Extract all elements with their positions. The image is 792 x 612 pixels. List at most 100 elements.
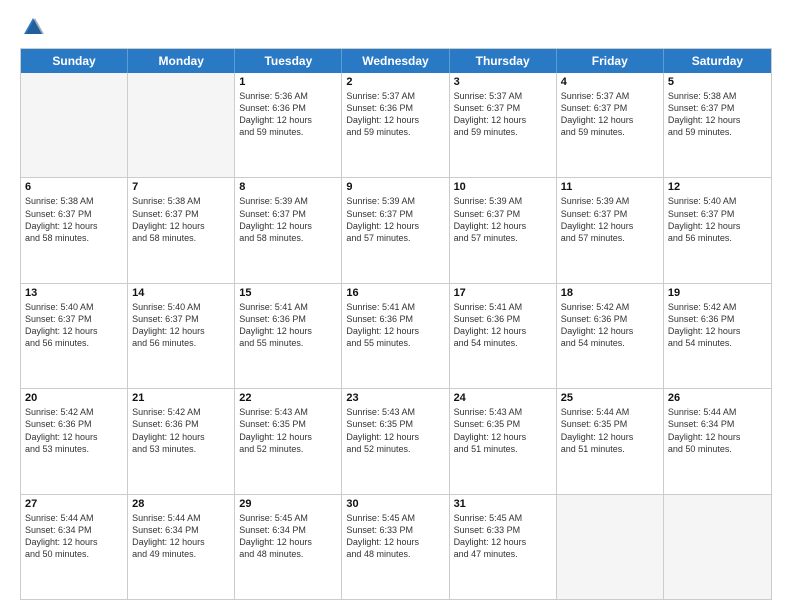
cal-cell-day-4: 4Sunrise: 5:37 AMSunset: 6:37 PMDaylight… bbox=[557, 73, 664, 177]
logo-text bbox=[20, 16, 44, 38]
cal-header-tuesday: Tuesday bbox=[235, 49, 342, 73]
cell-line-1: Sunset: 6:36 PM bbox=[346, 313, 444, 325]
logo-icon bbox=[22, 16, 44, 38]
cell-line-0: Sunrise: 5:44 AM bbox=[668, 406, 767, 418]
day-number: 25 bbox=[561, 392, 659, 404]
calendar-body: 1Sunrise: 5:36 AMSunset: 6:36 PMDaylight… bbox=[21, 73, 771, 599]
cal-cell-day-28: 28Sunrise: 5:44 AMSunset: 6:34 PMDayligh… bbox=[128, 495, 235, 599]
cell-line-1: Sunset: 6:37 PM bbox=[132, 208, 230, 220]
cell-line-1: Sunset: 6:37 PM bbox=[132, 313, 230, 325]
cell-line-1: Sunset: 6:37 PM bbox=[668, 208, 767, 220]
day-number: 29 bbox=[239, 498, 337, 510]
cell-line-0: Sunrise: 5:41 AM bbox=[454, 301, 552, 313]
cell-line-2: Daylight: 12 hours bbox=[25, 220, 123, 232]
cell-line-0: Sunrise: 5:42 AM bbox=[132, 406, 230, 418]
cell-line-1: Sunset: 6:34 PM bbox=[668, 418, 767, 430]
cell-line-0: Sunrise: 5:41 AM bbox=[239, 301, 337, 313]
cal-row-1: 6Sunrise: 5:38 AMSunset: 6:37 PMDaylight… bbox=[21, 178, 771, 283]
cell-line-2: Daylight: 12 hours bbox=[668, 431, 767, 443]
cal-cell-day-2: 2Sunrise: 5:37 AMSunset: 6:36 PMDaylight… bbox=[342, 73, 449, 177]
cell-line-2: Daylight: 12 hours bbox=[346, 220, 444, 232]
cell-line-3: and 54 minutes. bbox=[454, 337, 552, 349]
day-number: 10 bbox=[454, 181, 552, 193]
cal-cell-day-7: 7Sunrise: 5:38 AMSunset: 6:37 PMDaylight… bbox=[128, 178, 235, 282]
cell-line-0: Sunrise: 5:42 AM bbox=[561, 301, 659, 313]
cell-line-2: Daylight: 12 hours bbox=[561, 325, 659, 337]
cell-line-3: and 48 minutes. bbox=[239, 548, 337, 560]
cal-cell-day-25: 25Sunrise: 5:44 AMSunset: 6:35 PMDayligh… bbox=[557, 389, 664, 493]
cell-line-1: Sunset: 6:33 PM bbox=[454, 524, 552, 536]
cell-line-3: and 56 minutes. bbox=[25, 337, 123, 349]
cell-line-3: and 57 minutes. bbox=[454, 232, 552, 244]
cell-line-1: Sunset: 6:35 PM bbox=[561, 418, 659, 430]
cell-line-2: Daylight: 12 hours bbox=[668, 325, 767, 337]
cell-line-2: Daylight: 12 hours bbox=[25, 536, 123, 548]
cell-line-1: Sunset: 6:37 PM bbox=[25, 313, 123, 325]
cell-line-2: Daylight: 12 hours bbox=[561, 220, 659, 232]
day-number: 14 bbox=[132, 287, 230, 299]
cell-line-1: Sunset: 6:36 PM bbox=[561, 313, 659, 325]
cell-line-0: Sunrise: 5:44 AM bbox=[132, 512, 230, 524]
cell-line-0: Sunrise: 5:40 AM bbox=[132, 301, 230, 313]
cell-line-3: and 55 minutes. bbox=[346, 337, 444, 349]
cell-line-2: Daylight: 12 hours bbox=[132, 536, 230, 548]
cal-row-4: 27Sunrise: 5:44 AMSunset: 6:34 PMDayligh… bbox=[21, 495, 771, 599]
cell-line-3: and 56 minutes. bbox=[668, 232, 767, 244]
cell-line-1: Sunset: 6:37 PM bbox=[346, 208, 444, 220]
cell-line-2: Daylight: 12 hours bbox=[239, 431, 337, 443]
cal-cell-day-30: 30Sunrise: 5:45 AMSunset: 6:33 PMDayligh… bbox=[342, 495, 449, 599]
cell-line-0: Sunrise: 5:37 AM bbox=[454, 90, 552, 102]
day-number: 15 bbox=[239, 287, 337, 299]
day-number: 4 bbox=[561, 76, 659, 88]
cell-line-3: and 49 minutes. bbox=[132, 548, 230, 560]
cell-line-0: Sunrise: 5:44 AM bbox=[25, 512, 123, 524]
cal-row-0: 1Sunrise: 5:36 AMSunset: 6:36 PMDaylight… bbox=[21, 73, 771, 178]
cell-line-2: Daylight: 12 hours bbox=[454, 325, 552, 337]
cal-cell-day-23: 23Sunrise: 5:43 AMSunset: 6:35 PMDayligh… bbox=[342, 389, 449, 493]
cell-line-3: and 57 minutes. bbox=[346, 232, 444, 244]
cal-cell-day-11: 11Sunrise: 5:39 AMSunset: 6:37 PMDayligh… bbox=[557, 178, 664, 282]
cell-line-2: Daylight: 12 hours bbox=[239, 220, 337, 232]
cell-line-2: Daylight: 12 hours bbox=[454, 431, 552, 443]
cell-line-3: and 50 minutes. bbox=[668, 443, 767, 455]
cell-line-3: and 57 minutes. bbox=[561, 232, 659, 244]
day-number: 3 bbox=[454, 76, 552, 88]
day-number: 24 bbox=[454, 392, 552, 404]
cal-cell-day-10: 10Sunrise: 5:39 AMSunset: 6:37 PMDayligh… bbox=[450, 178, 557, 282]
cell-line-2: Daylight: 12 hours bbox=[132, 431, 230, 443]
cell-line-3: and 56 minutes. bbox=[132, 337, 230, 349]
cal-header-sunday: Sunday bbox=[21, 49, 128, 73]
day-number: 1 bbox=[239, 76, 337, 88]
cell-line-2: Daylight: 12 hours bbox=[561, 114, 659, 126]
cell-line-3: and 59 minutes. bbox=[668, 126, 767, 138]
cell-line-3: and 54 minutes. bbox=[561, 337, 659, 349]
cal-row-2: 13Sunrise: 5:40 AMSunset: 6:37 PMDayligh… bbox=[21, 284, 771, 389]
logo bbox=[20, 16, 44, 38]
cal-cell-day-14: 14Sunrise: 5:40 AMSunset: 6:37 PMDayligh… bbox=[128, 284, 235, 388]
day-number: 2 bbox=[346, 76, 444, 88]
cell-line-0: Sunrise: 5:40 AM bbox=[25, 301, 123, 313]
cell-line-0: Sunrise: 5:39 AM bbox=[346, 195, 444, 207]
cell-line-1: Sunset: 6:33 PM bbox=[346, 524, 444, 536]
day-number: 21 bbox=[132, 392, 230, 404]
cell-line-1: Sunset: 6:36 PM bbox=[132, 418, 230, 430]
cal-cell-day-18: 18Sunrise: 5:42 AMSunset: 6:36 PMDayligh… bbox=[557, 284, 664, 388]
cell-line-0: Sunrise: 5:45 AM bbox=[239, 512, 337, 524]
cell-line-0: Sunrise: 5:38 AM bbox=[668, 90, 767, 102]
day-number: 31 bbox=[454, 498, 552, 510]
cell-line-1: Sunset: 6:34 PM bbox=[132, 524, 230, 536]
day-number: 22 bbox=[239, 392, 337, 404]
cal-cell-day-29: 29Sunrise: 5:45 AMSunset: 6:34 PMDayligh… bbox=[235, 495, 342, 599]
cell-line-1: Sunset: 6:36 PM bbox=[668, 313, 767, 325]
cell-line-0: Sunrise: 5:43 AM bbox=[346, 406, 444, 418]
cell-line-2: Daylight: 12 hours bbox=[25, 431, 123, 443]
cell-line-2: Daylight: 12 hours bbox=[346, 325, 444, 337]
cal-cell-day-6: 6Sunrise: 5:38 AMSunset: 6:37 PMDaylight… bbox=[21, 178, 128, 282]
cal-cell-day-27: 27Sunrise: 5:44 AMSunset: 6:34 PMDayligh… bbox=[21, 495, 128, 599]
day-number: 16 bbox=[346, 287, 444, 299]
day-number: 8 bbox=[239, 181, 337, 193]
cell-line-2: Daylight: 12 hours bbox=[239, 114, 337, 126]
cell-line-1: Sunset: 6:37 PM bbox=[454, 208, 552, 220]
cal-cell-empty bbox=[128, 73, 235, 177]
day-number: 27 bbox=[25, 498, 123, 510]
